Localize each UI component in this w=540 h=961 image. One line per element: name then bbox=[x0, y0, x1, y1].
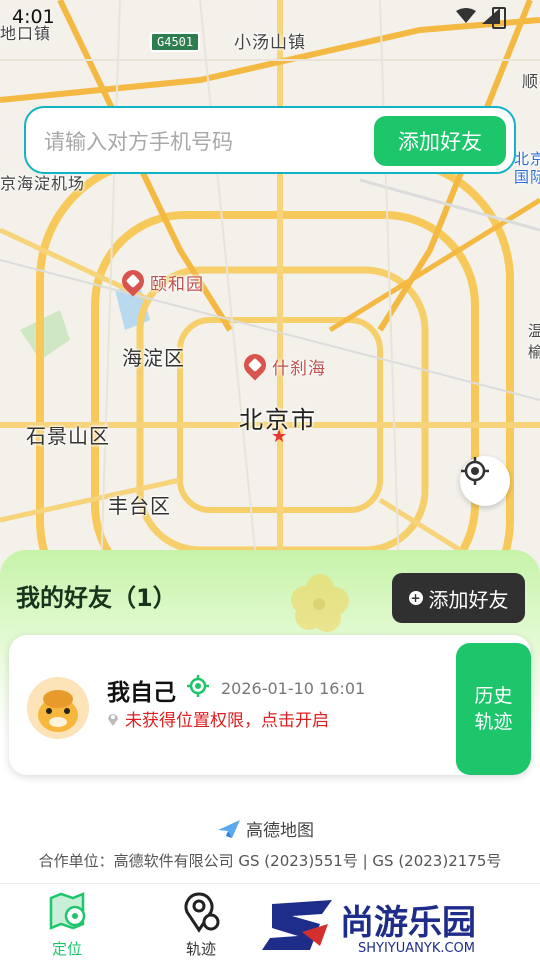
map-view[interactable]: G4501 地口镇 小汤山镇 京海淀机场 顺 北京 国际 温榆 颐和园 海淀区 … bbox=[0, 0, 540, 600]
friend-name: 我自己 bbox=[107, 680, 176, 706]
watermark-logo: 尚游乐园 SHYIYUANYK.COM bbox=[262, 900, 476, 954]
watermark-text: 尚游乐园 bbox=[340, 903, 476, 943]
duck-avatar-icon bbox=[27, 677, 89, 739]
bottom-nav: 定位 轨迹 尚游乐园 SHYIYUANYK.COM bbox=[0, 883, 540, 961]
capital-star-icon: ★ bbox=[271, 426, 288, 447]
search-add-friend-button[interactable]: 添加好友 bbox=[374, 116, 506, 166]
history-track-button[interactable]: 历史 轨迹 bbox=[456, 643, 531, 775]
battery-icon bbox=[492, 7, 506, 29]
history-label-line2: 轨迹 bbox=[474, 711, 513, 733]
permission-warning-text: 未获得位置权限，点击开启 bbox=[125, 711, 329, 731]
map-location-icon bbox=[49, 892, 86, 930]
status-time: 4:01 bbox=[12, 6, 55, 28]
phone-search-bar: 添加好友 bbox=[24, 106, 516, 174]
panel-add-friend-label: 添加好友 bbox=[428, 587, 509, 612]
my-location-button[interactable] bbox=[460, 456, 510, 506]
location-permission-link[interactable]: 未获得位置权限，点击开启 bbox=[107, 706, 329, 731]
plus-icon: + bbox=[408, 591, 423, 605]
map-label-shichahai: 什刹海 bbox=[272, 359, 326, 379]
nav-locate-label: 定位 bbox=[51, 940, 82, 958]
nav-track-tab[interactable]: 轨迹 bbox=[166, 890, 236, 959]
nav-locate-tab[interactable]: 定位 bbox=[32, 890, 102, 959]
nav-track-label: 轨迹 bbox=[185, 940, 216, 958]
map-label-fengtai: 丰台区 bbox=[108, 494, 171, 518]
friend-timestamp: 2026-01-10 16:01 bbox=[221, 679, 366, 698]
friend-card[interactable]: 我自己 2026-01-10 16:01 未获得位置权限，点击开启 历史 轨迹 bbox=[9, 635, 531, 775]
amap-logo-text: 高德地图 bbox=[246, 821, 314, 841]
avatar bbox=[27, 677, 89, 739]
flower-decoration-icon bbox=[291, 574, 349, 632]
track-pin-icon bbox=[184, 892, 220, 933]
phone-number-input[interactable] bbox=[42, 122, 366, 162]
status-bar: 4:01 bbox=[0, 0, 540, 34]
map-label-east-side: 温榆 bbox=[528, 322, 540, 361]
crosshair-icon bbox=[461, 457, 489, 485]
panel-add-friend-button[interactable]: + 添加好友 bbox=[392, 573, 525, 623]
location-target-icon[interactable] bbox=[187, 675, 209, 697]
map-label-haidian: 海淀区 bbox=[122, 346, 185, 370]
watermark-url: SHYIYUANYK.COM bbox=[358, 941, 475, 954]
highway-shield: G4501 bbox=[150, 32, 201, 52]
friends-title: 我的好友（1） bbox=[16, 584, 177, 612]
wifi-icon bbox=[456, 8, 476, 23]
partners-text: 合作单位：高德软件有限公司 GS (2023)551号 | GS (2023)2… bbox=[38, 852, 502, 870]
map-label-yiheyuan: 颐和园 bbox=[150, 275, 204, 295]
map-label-east-top: 顺 bbox=[522, 72, 540, 91]
amap-logo: 高德地图 bbox=[216, 816, 314, 841]
map-roads bbox=[0, 0, 540, 600]
history-label-line1: 历史 bbox=[474, 685, 513, 707]
map-pin-icon bbox=[108, 713, 118, 726]
map-label-east-intl: 国际 bbox=[514, 168, 540, 186]
map-label-shijingshan: 石景山区 bbox=[26, 424, 110, 448]
amap-arrow-icon bbox=[218, 819, 240, 838]
